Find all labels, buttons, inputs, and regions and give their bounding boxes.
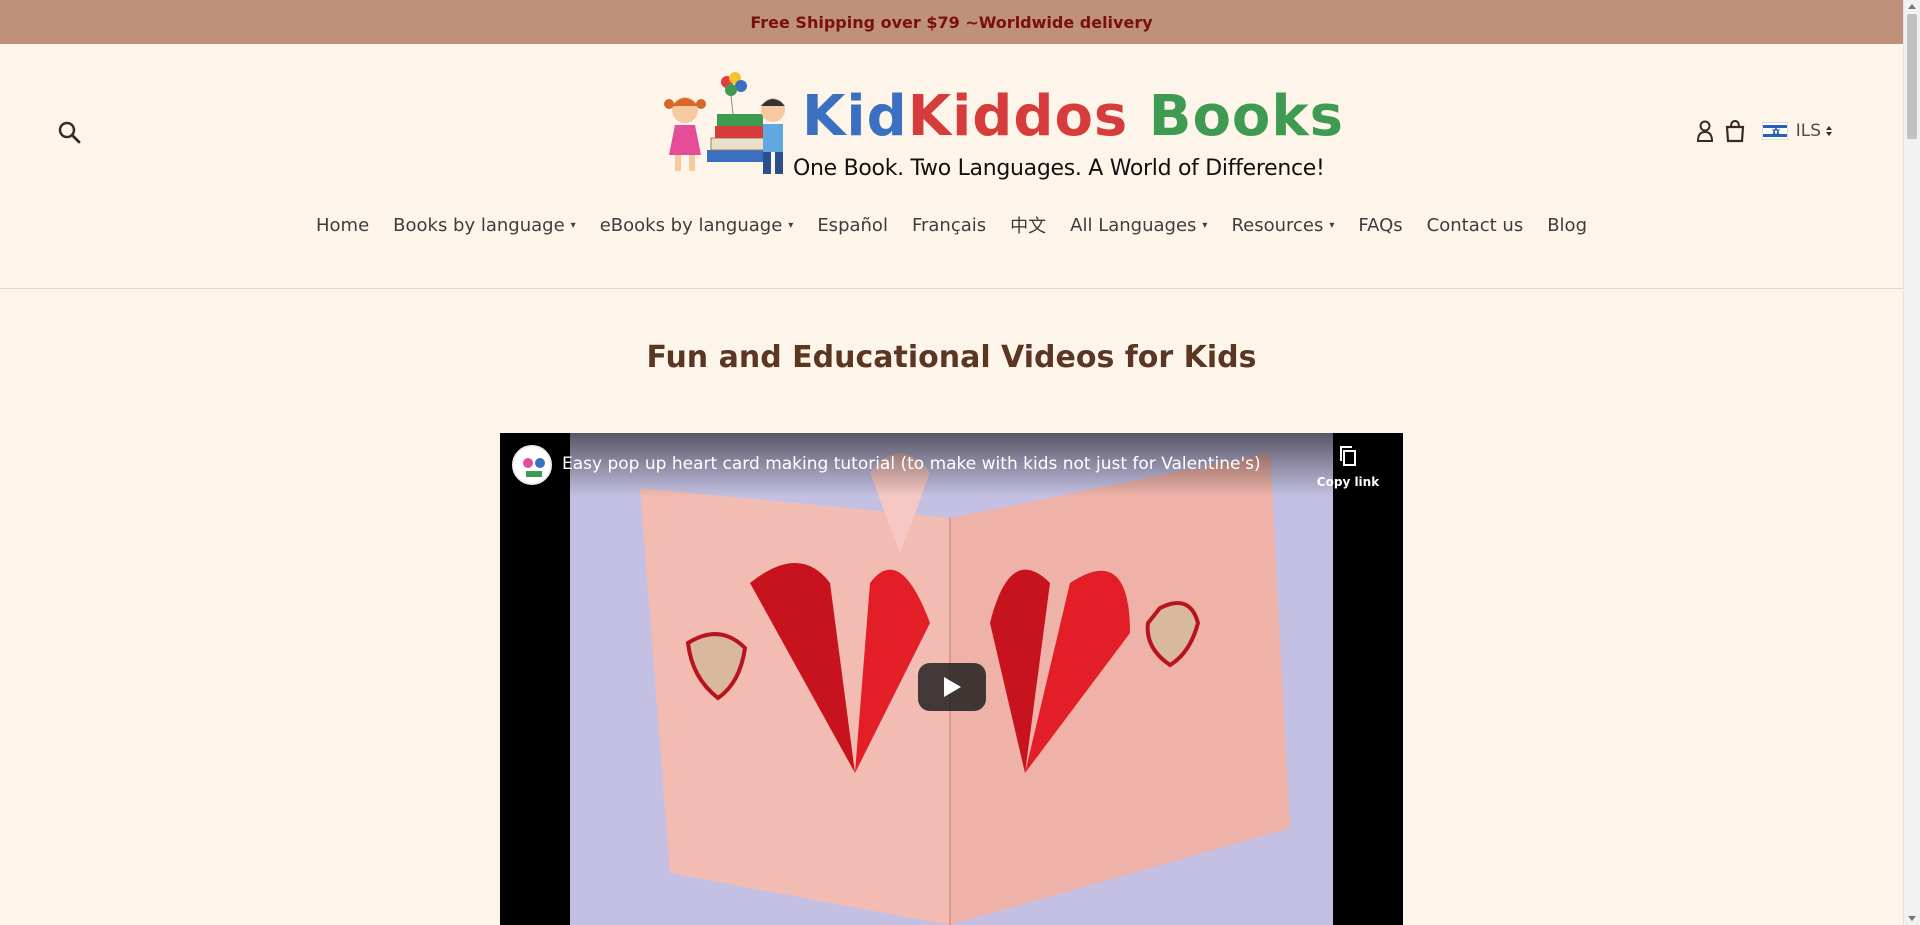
logo-tagline: One Book. Two Languages. A World of Diff… [793, 156, 1325, 181]
search-button[interactable] [56, 119, 84, 147]
nav-item-espanol[interactable]: Español [817, 212, 888, 238]
nav-item-francais[interactable]: Français [912, 212, 986, 238]
announcement-text: Free Shipping over $79 ~Worldwide delive… [750, 12, 1153, 32]
nav-label: Français [911, 214, 987, 236]
nav-label: All Languages [1070, 214, 1197, 236]
nav-label: FAQs [1358, 214, 1403, 236]
nav-label: Books by language [393, 214, 565, 236]
cart-button[interactable] [1724, 118, 1746, 144]
nav-item-faqs[interactable]: FAQs [1358, 212, 1402, 238]
site-logo[interactable]: KidKiddos Books One Book. Two Languages.… [655, 70, 1343, 182]
scroll-up-icon[interactable] [1908, 4, 1916, 9]
nav-label: eBooks by language [599, 214, 783, 236]
nav-item-all-languages[interactable]: All Languages ▾ [1070, 212, 1207, 238]
copy-icon [1340, 446, 1356, 466]
main-navigation: Home Books by language ▾ eBooks by langua… [0, 212, 1903, 238]
nav-label: Home [316, 214, 370, 236]
video-title[interactable]: Easy pop up heart card making tutorial (… [562, 454, 1261, 474]
kids-reading-illustration [664, 72, 785, 174]
updown-caret-icon [1826, 126, 1832, 136]
nav-label: Resources [1231, 214, 1324, 236]
nav-item-resources[interactable]: Resources ▾ [1231, 212, 1334, 238]
site-header: KidKiddos Books One Book. Two Languages.… [0, 44, 1903, 289]
currency-selector[interactable]: ILS [1761, 121, 1833, 141]
nav-item-blog[interactable]: Blog [1547, 212, 1587, 238]
copy-link-button[interactable]: Copy link [1313, 445, 1383, 489]
nav-item-chinese[interactable]: 中文 [1010, 212, 1046, 238]
nav-label: Contact us [1426, 214, 1524, 236]
announcement-bar: Free Shipping over $79 ~Worldwide delive… [0, 0, 1903, 44]
cart-icon [1725, 119, 1744, 143]
header-actions: ILS [1694, 118, 1833, 144]
chevron-down-icon: ▾ [788, 219, 794, 231]
logo-word-books: Books [1148, 84, 1344, 149]
scroll-down-icon[interactable] [1908, 916, 1916, 921]
search-icon [58, 121, 81, 144]
logo-word-kiddos: Kiddos [907, 84, 1129, 149]
currency-code: ILS [1795, 121, 1821, 141]
nav-item-contact-us[interactable]: Contact us [1427, 212, 1524, 238]
nav-label: Blog [1547, 214, 1587, 236]
nav-label: Español [817, 214, 888, 236]
channel-avatar[interactable] [512, 445, 552, 485]
nav-label: 中文 [1010, 216, 1047, 237]
copy-link-label: Copy link [1316, 475, 1380, 489]
scrollbar-thumb[interactable] [1907, 14, 1917, 139]
chevron-down-icon: ▾ [1329, 219, 1335, 231]
nav-item-ebooks-by-language[interactable]: eBooks by language ▾ [600, 212, 794, 238]
play-button[interactable] [918, 663, 986, 711]
video-embed[interactable]: Easy pop up heart card making tutorial (… [500, 433, 1403, 925]
israel-flag-icon [1761, 122, 1788, 140]
logo-word-kid: Kid [802, 84, 908, 149]
nav-item-home[interactable]: Home [316, 212, 369, 238]
chevron-down-icon: ▾ [1202, 219, 1208, 231]
page-title: Fun and Educational Videos for Kids [646, 340, 1257, 375]
account-icon [1696, 120, 1713, 142]
nav-item-books-by-language[interactable]: Books by language ▾ [393, 212, 576, 238]
play-icon [944, 677, 961, 697]
account-button[interactable] [1694, 118, 1716, 144]
page-scrollbar[interactable] [1903, 0, 1920, 925]
logo-wordmark: KidKiddos Books [802, 84, 1344, 149]
chevron-down-icon: ▾ [570, 219, 576, 231]
